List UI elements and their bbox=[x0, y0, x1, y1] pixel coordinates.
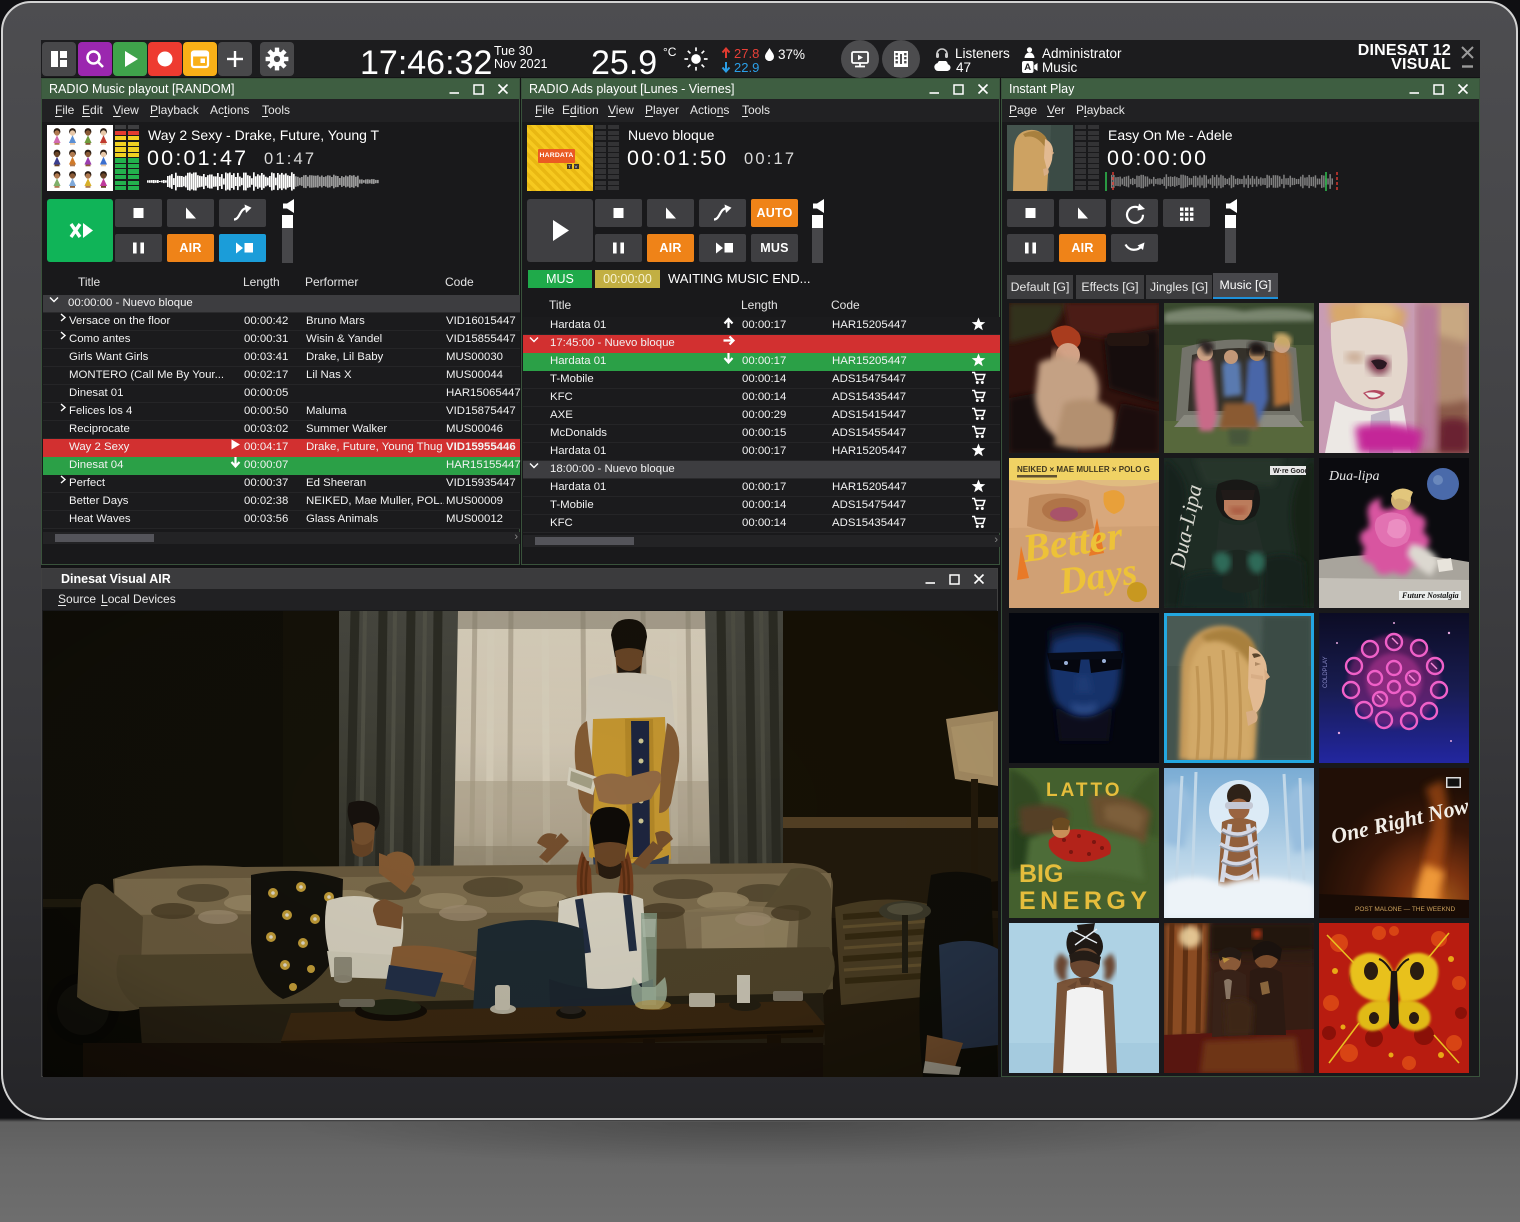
svg-text:POST MALONE — THE WEEKND: POST MALONE — THE WEEKND bbox=[1355, 906, 1455, 913]
svg-text:W·re Good: W·re Good bbox=[1273, 468, 1309, 475]
svg-text:A: A bbox=[1024, 62, 1031, 73]
svg-text:LATTO: LATTO bbox=[1046, 780, 1123, 801]
svg-text:NEIKED × MAE MULLER × POLO G: NEIKED × MAE MULLER × POLO G bbox=[1017, 465, 1150, 474]
svg-text:Future Nostalgia: Future Nostalgia bbox=[1401, 591, 1459, 600]
svg-text:BIG: BIG bbox=[1019, 860, 1063, 888]
svg-text:Dua-lipa: Dua-lipa bbox=[1328, 469, 1380, 484]
svg-text:COLDPLAY: COLDPLAY bbox=[1323, 656, 1329, 688]
